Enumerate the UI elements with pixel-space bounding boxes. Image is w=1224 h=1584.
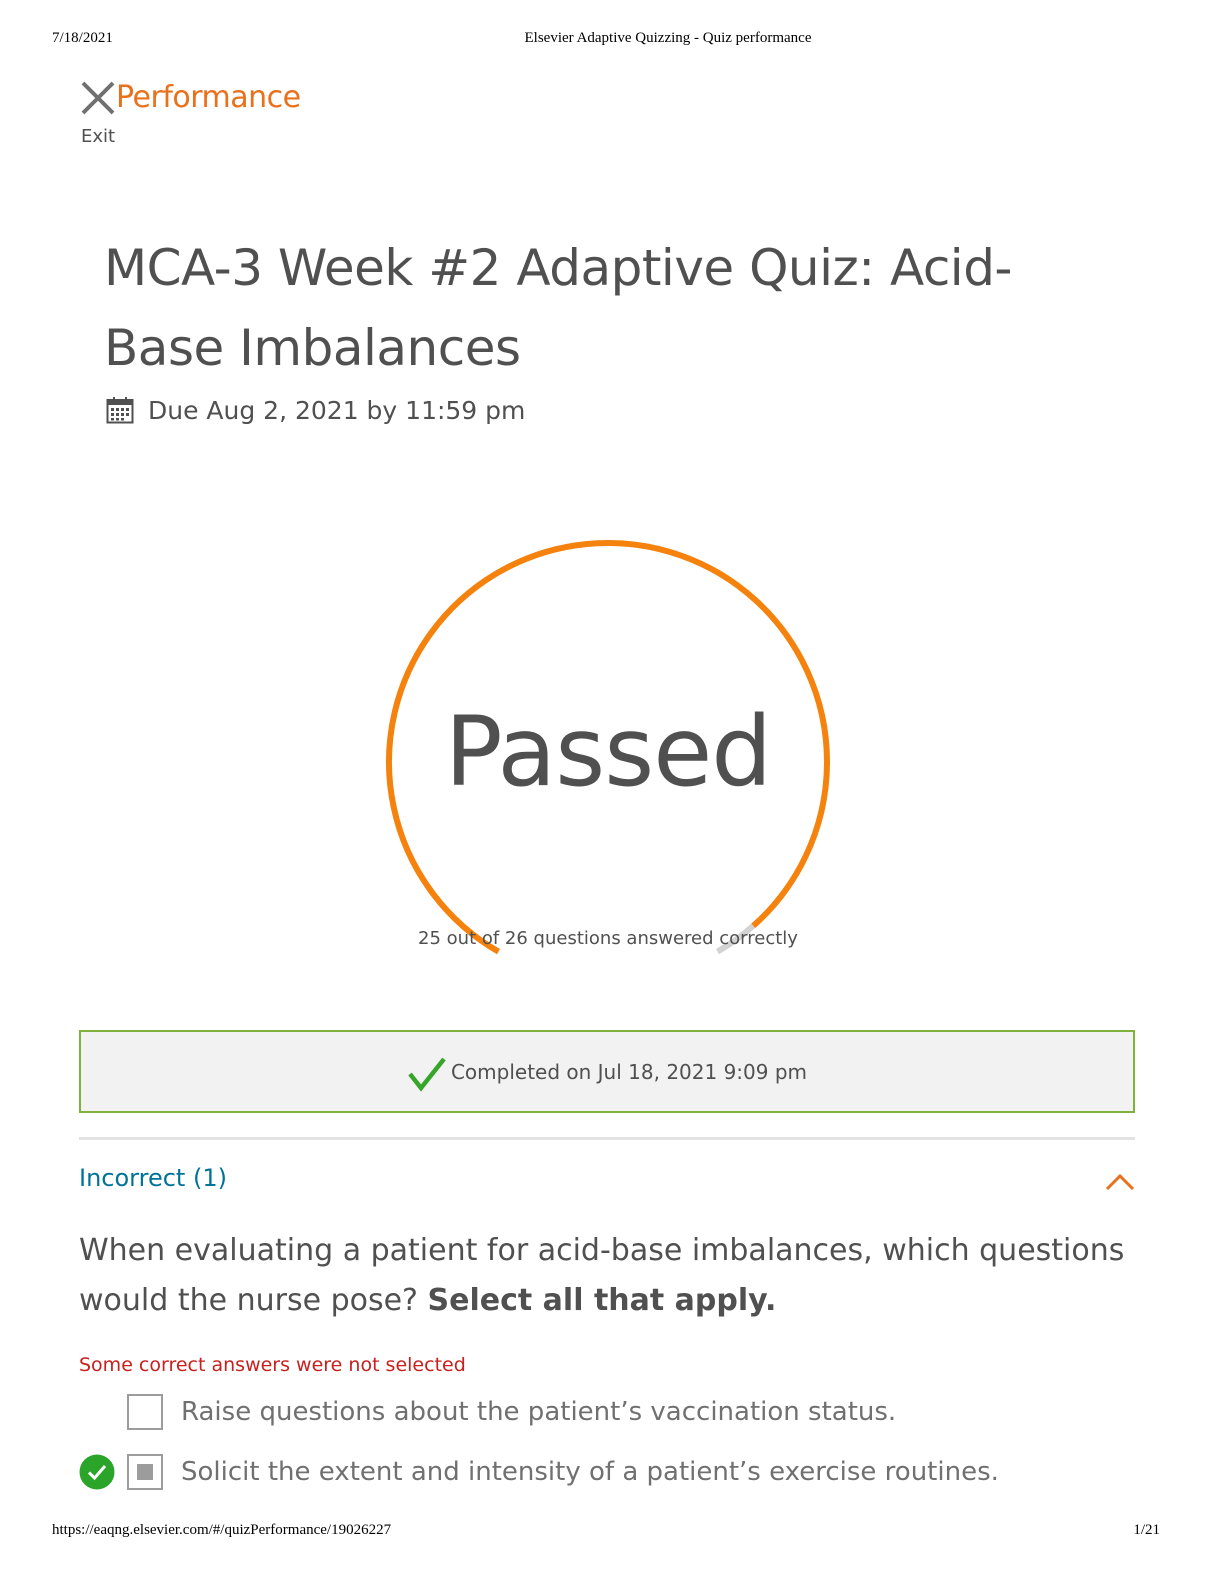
print-url: https://eaqng.elsevier.com/#/quizPerform… xyxy=(52,1522,392,1538)
answer-option-2[interactable]: Solicit the extent and intensity of a pa… xyxy=(79,1452,1079,1492)
exit-label[interactable]: Exit xyxy=(81,126,115,147)
due-date-text: Due Aug 2, 2021 by 11:59 pm xyxy=(148,395,526,425)
score-summary: 25 out of 26 questions answered correctl… xyxy=(418,928,798,949)
completed-banner: Completed on Jul 18, 2021 9:09 pm xyxy=(79,1030,1135,1113)
due-date-row: Due Aug 2, 2021 by 11:59 pm xyxy=(106,390,525,430)
result-status: Passed xyxy=(444,696,772,808)
check-icon xyxy=(408,1057,446,1092)
incorrect-section-title[interactable]: Incorrect (1) xyxy=(79,1164,227,1192)
question-instruction: Select all that apply. xyxy=(427,1283,777,1318)
quiz-title: MCA-3 Week #2 Adaptive Quiz: Acid-Base I… xyxy=(104,239,1012,377)
print-page-number: 1/21 xyxy=(1133,1522,1160,1538)
answer-label: Solicit the extent and intensity of a pa… xyxy=(181,1457,999,1487)
calendar-icon xyxy=(106,397,134,424)
chevron-up-icon[interactable] xyxy=(1104,1172,1136,1192)
print-document-title: Elsevier Adaptive Quizzing - Quiz perfor… xyxy=(524,30,812,46)
answer-checkbox[interactable] xyxy=(127,1394,163,1430)
page-title: Performance xyxy=(116,80,301,115)
print-footer: https://eaqng.elsevier.com/#/quizPerform… xyxy=(0,1522,1224,1542)
answer-feedback: Some correct answers were not selected xyxy=(79,1354,466,1376)
answer-label: Raise questions about the patient’s vacc… xyxy=(181,1397,897,1427)
completed-text: Completed on Jul 18, 2021 9:09 pm xyxy=(450,1059,808,1084)
question-text: When evaluating a patient for acid-base … xyxy=(79,1226,1139,1326)
close-x-icon[interactable] xyxy=(80,80,116,116)
answer-checkbox-checked[interactable] xyxy=(127,1454,163,1490)
section-divider xyxy=(79,1137,1135,1140)
correct-check-icon xyxy=(79,1454,115,1490)
print-header: 7/18/2021 Elsevier Adaptive Quizzing - Q… xyxy=(0,30,1224,50)
answer-option-1[interactable]: Raise questions about the patient’s vacc… xyxy=(79,1392,1079,1432)
